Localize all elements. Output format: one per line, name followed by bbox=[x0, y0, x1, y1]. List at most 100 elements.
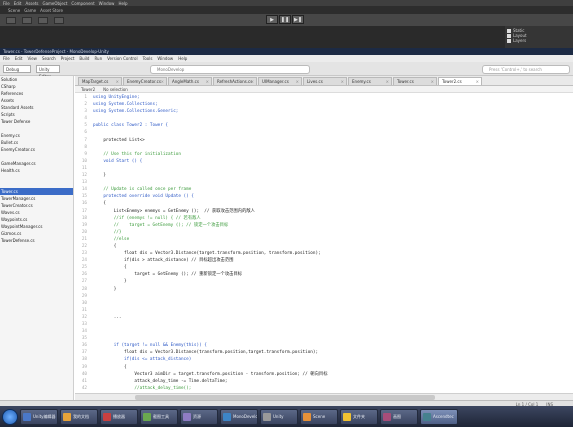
code-text: protected List<> bbox=[93, 137, 145, 143]
md-menu-window[interactable]: Window bbox=[157, 56, 173, 61]
sidebar-item[interactable]: TowerCreator.cs bbox=[0, 202, 73, 209]
sidebar-item[interactable] bbox=[0, 181, 73, 188]
taskbar-button[interactable]: Unity编辑器 bbox=[20, 408, 58, 425]
move-tool-button[interactable] bbox=[22, 16, 32, 24]
sidebar-item[interactable]: TowerDefense.cs bbox=[0, 237, 73, 244]
close-tab-icon[interactable]: × bbox=[116, 78, 119, 85]
close-tab-icon[interactable]: × bbox=[341, 78, 344, 85]
sidebar-item[interactable]: EnemyCreator.cs bbox=[0, 146, 73, 153]
document-tab[interactable]: MapTarget.cs × bbox=[78, 77, 122, 85]
sidebar-item[interactable]: CSharp bbox=[0, 83, 73, 90]
document-tab[interactable]: Tower.cs × bbox=[393, 77, 437, 85]
hand-tool-button[interactable] bbox=[6, 16, 16, 24]
unity-tab-scene[interactable]: Scene bbox=[8, 8, 20, 13]
md-menu-edit[interactable]: Edit bbox=[15, 56, 23, 61]
unity-tab-asset-store[interactable]: Asset Store bbox=[40, 8, 63, 13]
fold-marker bbox=[89, 179, 93, 186]
document-tab[interactable]: AngleMath.cs × bbox=[168, 77, 212, 85]
md-menu-tools[interactable]: Tools bbox=[143, 56, 153, 61]
sidebar-item[interactable]: Tower.cs bbox=[0, 188, 73, 195]
document-tab[interactable]: Lives.cs × bbox=[303, 77, 347, 85]
taskbar-button[interactable]: MonoDevelop bbox=[220, 408, 258, 425]
md-menu-help[interactable]: Help bbox=[178, 56, 187, 61]
sidebar-item[interactable]: Standard Assets bbox=[0, 104, 73, 111]
unity-menu-file[interactable]: File bbox=[3, 1, 10, 6]
sidebar-item[interactable]: Gizmos.cs bbox=[0, 230, 73, 237]
unity-menu-edit[interactable]: Edit bbox=[14, 1, 22, 6]
static-checkbox[interactable] bbox=[507, 28, 511, 33]
document-tab[interactable]: Enemy.cs × bbox=[348, 77, 392, 85]
sidebar-item[interactable]: TowerManager.cs bbox=[0, 195, 73, 202]
md-menu-search[interactable]: Search bbox=[42, 56, 56, 61]
breadcrumb-member[interactable]: No selection bbox=[103, 86, 128, 92]
sidebar-item[interactable]: Waves.cs bbox=[0, 209, 73, 216]
md-menu-project[interactable]: Project bbox=[61, 56, 75, 61]
sidebar-item[interactable]: Bullet.cs bbox=[0, 139, 73, 146]
taskbar-button[interactable]: Ascendtec bbox=[420, 408, 458, 425]
document-tab[interactable]: UIManager.cs × bbox=[258, 77, 302, 85]
sidebar-item[interactable]: Health.cs bbox=[0, 167, 73, 174]
app-icon bbox=[423, 412, 431, 421]
document-tab[interactable]: Tower2.cs × bbox=[438, 77, 482, 85]
taskbar-button[interactable]: 资源 bbox=[180, 408, 218, 425]
search-input[interactable]: Press 'Control+,' to search bbox=[482, 65, 570, 74]
unity-tab-game[interactable]: Game bbox=[24, 8, 36, 13]
horizontal-scrollbar[interactable] bbox=[75, 393, 573, 400]
unity-scene-view[interactable] bbox=[0, 26, 505, 48]
md-menu-view[interactable]: View bbox=[27, 56, 37, 61]
config-select[interactable]: Debug bbox=[3, 65, 31, 73]
close-tab-icon[interactable]: × bbox=[476, 78, 479, 85]
document-tab[interactable]: RefreshActions.cs × bbox=[213, 77, 257, 85]
breadcrumb-class[interactable]: Tower2 bbox=[81, 86, 95, 92]
scale-tool-button[interactable] bbox=[54, 16, 64, 24]
md-menu-version-control[interactable]: Version Control bbox=[107, 56, 137, 61]
close-tab-icon[interactable]: × bbox=[386, 78, 389, 85]
sidebar-item[interactable]: References bbox=[0, 90, 73, 97]
pause-button[interactable]: ❚❚ bbox=[279, 15, 291, 24]
unity-menu-gameobject[interactable]: GameObject bbox=[42, 1, 67, 6]
fold-marker bbox=[89, 115, 93, 122]
sidebar-item[interactable]: Tower Defense bbox=[0, 118, 73, 125]
start-button[interactable] bbox=[2, 408, 18, 425]
sidebar-item[interactable]: WaypointManager.cs bbox=[0, 223, 73, 230]
taskbar-button[interactable]: Unity bbox=[260, 408, 298, 425]
close-tab-icon[interactable]: × bbox=[296, 78, 299, 85]
taskbar-button[interactable]: Scene bbox=[300, 408, 338, 425]
md-menu-file[interactable]: File bbox=[3, 56, 10, 61]
close-tab-icon[interactable]: × bbox=[431, 78, 434, 85]
code-line: 23 float dis = Vector3.Distance(target.t… bbox=[75, 250, 573, 257]
unity-menu-window[interactable]: Window bbox=[99, 1, 115, 6]
rotate-tool-button[interactable] bbox=[38, 16, 48, 24]
close-tab-icon[interactable]: × bbox=[206, 78, 209, 85]
md-menu-run[interactable]: Run bbox=[94, 56, 102, 61]
sidebar-item[interactable]: GameManager.cs bbox=[0, 160, 73, 167]
play-button[interactable]: ▶ bbox=[266, 15, 278, 24]
unity-menu-assets[interactable]: Assets bbox=[25, 1, 38, 6]
close-tab-icon[interactable]: × bbox=[251, 78, 254, 85]
taskbar-button[interactable]: 截图工具 bbox=[140, 408, 178, 425]
target-select[interactable]: Unity Editor bbox=[36, 65, 60, 79]
line-number: 31 bbox=[81, 307, 87, 313]
sidebar-item[interactable]: Waypoints.cs bbox=[0, 216, 73, 223]
taskbar-button[interactable]: 画图 bbox=[380, 408, 418, 425]
code-area[interactable]: 1 using UnityEngine; 2 using System.Collect… bbox=[75, 94, 573, 392]
document-tab[interactable]: EnemyCreator.cs × bbox=[123, 77, 167, 85]
step-button[interactable]: ▶❚ bbox=[292, 15, 304, 24]
sidebar-item[interactable]: Scripts bbox=[0, 111, 73, 118]
taskbar-button[interactable]: 播放器 bbox=[100, 408, 138, 425]
code-line: 31 bbox=[75, 307, 573, 314]
sidebar-item[interactable] bbox=[0, 125, 73, 132]
sidebar-item[interactable]: Solution bbox=[0, 76, 73, 83]
taskbar-button[interactable]: 我的文档 bbox=[60, 408, 98, 425]
md-menu-build[interactable]: Build bbox=[79, 56, 89, 61]
layout-checkbox[interactable] bbox=[507, 33, 511, 38]
taskbar-button[interactable]: 文件夹 bbox=[340, 408, 378, 425]
layers-checkbox[interactable] bbox=[507, 38, 511, 43]
sidebar-item[interactable]: Enemy.cs bbox=[0, 132, 73, 139]
sidebar-item[interactable] bbox=[0, 174, 73, 181]
close-tab-icon[interactable]: × bbox=[161, 78, 164, 85]
unity-menu-component[interactable]: Component bbox=[71, 1, 94, 6]
sidebar-item[interactable] bbox=[0, 153, 73, 160]
sidebar-item[interactable]: Assets bbox=[0, 97, 73, 104]
unity-menu-help[interactable]: Help bbox=[118, 1, 127, 6]
